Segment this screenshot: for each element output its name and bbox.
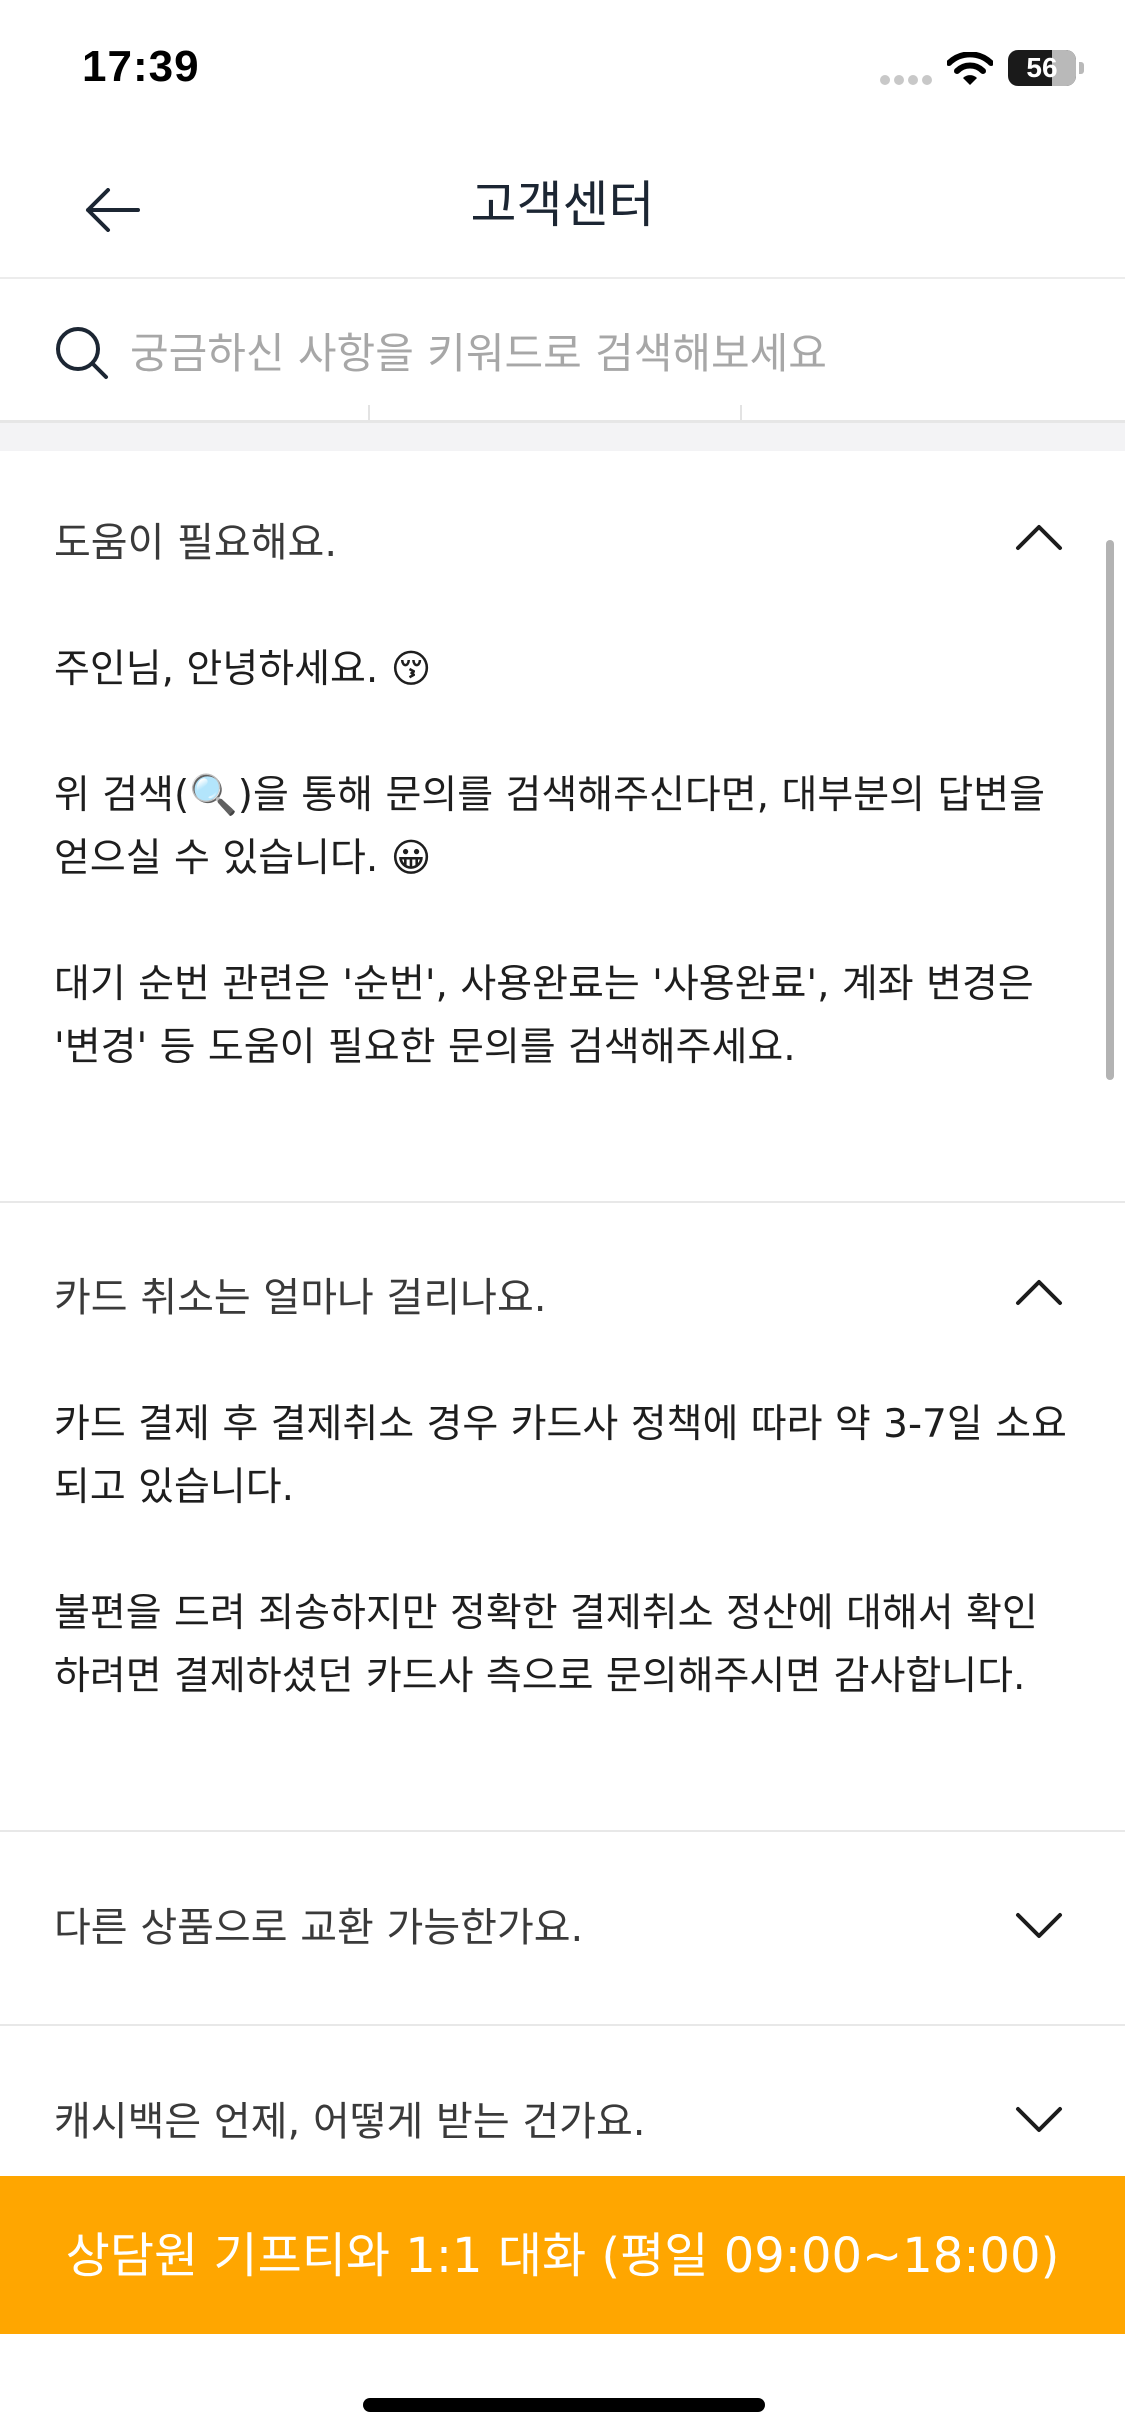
header-divider bbox=[0, 277, 1125, 279]
arrow-left-icon bbox=[86, 188, 140, 232]
tab-separator bbox=[368, 405, 370, 421]
section-divider bbox=[0, 420, 1125, 451]
chevron-down-icon bbox=[1016, 2107, 1062, 2132]
search-icon bbox=[56, 327, 108, 379]
faq-answer-paragraph: 카드 결제 후 결제취소 경우 카드사 정책에 따라 약 3-7일 소요되고 있… bbox=[54, 1402, 1067, 1510]
chevron-up-icon bbox=[1016, 1280, 1062, 1305]
faq-answer-paragraph: 주인님, 안녕하세요. 😚 bbox=[54, 647, 432, 692]
faq-question-text: 다른 상품으로 교환 가능한가요. bbox=[54, 1905, 584, 1951]
chevron-up-icon bbox=[1016, 525, 1062, 550]
chat-consultation-button[interactable]: 상담원 기프티와 1:1 대화 (평일 09:00~18:00) bbox=[0, 2176, 1125, 2334]
faq-question-text: 카드 취소는 얼마나 걸리나요. bbox=[54, 1275, 547, 1321]
search-bar bbox=[0, 280, 1125, 420]
faq-item: 도움이 필요해요. 주인님, 안녕하세요. 😚 위 검색(🔍)을 통해 문의를 … bbox=[0, 448, 1125, 1203]
faq-item: 카드 취소는 얼마나 걸리나요. 카드 결제 후 결제취소 경우 카드사 정책에… bbox=[0, 1203, 1125, 1832]
faq-question-help[interactable]: 도움이 필요해요. bbox=[0, 448, 1125, 638]
faq-answer-paragraph: 위 검색(🔍)을 통해 문의를 검색해주신다면, 대부분의 답변을 얻으실 수 … bbox=[54, 773, 1046, 881]
tab-separator bbox=[740, 405, 742, 421]
faq-answer: 주인님, 안녕하세요. 😚 위 검색(🔍)을 통해 문의를 검색해주신다면, 대… bbox=[0, 638, 1125, 1201]
faq-answer: 카드 결제 후 결제취소 경우 카드사 정책에 따라 약 3-7일 소요되고 있… bbox=[0, 1393, 1125, 1830]
battery-nub bbox=[1079, 62, 1084, 74]
search-input[interactable] bbox=[128, 312, 1072, 394]
header: 고객센터 bbox=[0, 140, 1125, 278]
faq-question-exchange[interactable]: 다른 상품으로 교환 가능한가요. bbox=[0, 1832, 1125, 2024]
faq-list: 도움이 필요해요. 주인님, 안녕하세요. 😚 위 검색(🔍)을 통해 문의를 … bbox=[0, 448, 1125, 2218]
scrollbar[interactable] bbox=[1106, 540, 1114, 1080]
faq-item: 다른 상품으로 교환 가능한가요. bbox=[0, 1832, 1125, 2026]
wifi-icon bbox=[947, 52, 993, 85]
battery-icon: 56 bbox=[1008, 50, 1076, 86]
signal-icon bbox=[880, 75, 932, 85]
chevron-down-icon bbox=[1016, 1913, 1062, 1938]
back-button[interactable] bbox=[72, 170, 152, 250]
battery-level: 56 bbox=[1026, 52, 1058, 83]
faq-question-text: 도움이 필요해요. bbox=[54, 520, 338, 566]
status-bar: 17:39 56 bbox=[0, 0, 1125, 140]
faq-answer-paragraph: 대기 순번 관련은 '순번', 사용완료는 '사용완료', 계좌 변경은 '변경… bbox=[54, 962, 1034, 1070]
bottom-safe-area bbox=[0, 2334, 1125, 2436]
status-time: 17:39 bbox=[82, 42, 200, 91]
home-indicator bbox=[363, 2398, 765, 2412]
faq-answer-paragraph: 불편을 드려 죄송하지만 정확한 결제취소 정산에 대해서 확인하려면 결제하셨… bbox=[54, 1591, 1038, 1699]
faq-question-card-cancel[interactable]: 카드 취소는 얼마나 걸리나요. bbox=[0, 1203, 1125, 1393]
page-title: 고객센터 bbox=[470, 176, 655, 234]
